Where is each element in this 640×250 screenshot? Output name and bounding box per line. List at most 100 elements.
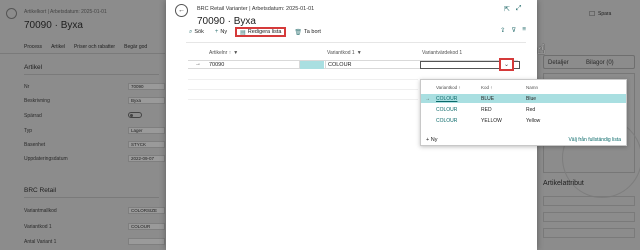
attributes-row [543, 228, 635, 238]
delete-label: Ta bort [304, 29, 321, 35]
lookup-row[interactable]: COLOUR YELLOW Yellow [421, 116, 626, 125]
breadcrumb: Artikelkort | Arbetsdatum: 2025-01-01 [24, 9, 107, 15]
attributes-row [543, 196, 635, 206]
field-base-unit[interactable]: STYCK [128, 141, 165, 148]
menu-process[interactable]: Process [24, 44, 42, 50]
tab-attachments[interactable]: Bilagor (0) [586, 60, 614, 66]
attributes-row [543, 212, 635, 222]
section-divider [24, 74, 159, 75]
save-status: Spara [598, 11, 612, 17]
field-label-type: Typ [24, 128, 33, 134]
toolbar-right-actions: ⇪ ⊽ ≡ [500, 26, 526, 34]
arrow-left-icon: ← [178, 7, 185, 14]
lookup-dropdown: Variantkod ↑ Kod ↑ Namn → COLOUR BLUE Bl… [420, 79, 627, 146]
field-label-variant-code-1: Variantkod 1 [24, 224, 52, 230]
edit-list-button[interactable]: ▤ Redigera lista [235, 27, 287, 37]
column-header-article[interactable]: Artikelnr ↑ ▼ [209, 50, 238, 56]
cell-selected-highlight [300, 61, 324, 69]
section-title-brc: BRC Retail [24, 187, 57, 194]
lookup-cell-variant-code[interactable]: COLOUR [436, 96, 457, 102]
section-title-artikel: Artikel [24, 64, 43, 71]
search-icon: ⌕ [189, 28, 193, 35]
page-title: 70090 · Byxa [24, 20, 83, 31]
field-description[interactable]: Byxa [128, 97, 165, 104]
cell-article[interactable]: 70090 [209, 62, 224, 68]
new-label: Ny [220, 29, 228, 35]
chevron-down-icon: ⌄ [503, 62, 510, 68]
new-button[interactable]: + Ny [212, 27, 230, 37]
list-view-icon[interactable]: ≡ [522, 26, 526, 34]
grid-line [188, 99, 418, 100]
search-button[interactable]: ⌕ Sök [186, 27, 207, 37]
filter-icon: ▼ [233, 50, 239, 56]
field-updated[interactable]: 2022-09-07 [128, 155, 165, 162]
delete-button[interactable]: 🗑 Ta bort [291, 27, 323, 37]
select-full-list-link[interactable]: Välj från fullständig lista [568, 137, 621, 143]
modal-toolbar: ⌕ Sök + Ny ▤ Redigera lista 🗑 Ta bort ⇪ … [186, 26, 526, 38]
lookup-header-code[interactable]: Kod ↑ [481, 85, 493, 90]
attributes-title[interactable]: Artikelattribut [543, 180, 584, 187]
lookup-dropdown-button[interactable]: ⌄ [499, 58, 514, 71]
lookup-cell-variant-code[interactable]: COLOUR [436, 107, 457, 113]
field-label-blocked: Spärrad [24, 113, 42, 119]
plus-icon: + [214, 29, 219, 35]
lookup-header-variant-code[interactable]: Variantkod ↑ [436, 85, 461, 90]
lookup-cell-name: Yellow [526, 118, 541, 124]
field-label-nr: Nr [24, 84, 30, 90]
field-label-description: Beskrivning [24, 98, 50, 104]
column-header-variant-code-label: Variantkod 1 [327, 50, 355, 56]
lookup-header-name[interactable]: Namn [526, 85, 538, 90]
back-button[interactable] [6, 8, 17, 19]
modal-breadcrumb: BRC Retail Varianter | Arbetsdatum: 2025… [197, 6, 315, 12]
edit-list-label: Redigera lista [247, 29, 282, 35]
section-divider [24, 197, 159, 198]
lookup-new-button[interactable]: + Ny [426, 137, 437, 143]
column-header-article-label: Artikelnr ↑ [209, 50, 232, 56]
field-type[interactable]: Lager [128, 127, 165, 134]
field-label-base-unit: Basenhet [24, 142, 46, 148]
column-header-variant-value-label: Variantvärdekod 1 [422, 50, 463, 56]
share-icon[interactable]: ⇪ [500, 26, 505, 34]
cell-variant-code[interactable]: COLOUR [328, 62, 352, 68]
grid-line [188, 89, 418, 90]
tab-details[interactable]: Detaljer [548, 60, 569, 66]
field-label-variant-count-1: Antal Variant 1 [24, 239, 57, 245]
field-label-updated: Uppdateringsdatum [24, 156, 68, 162]
lookup-cell-variant-code[interactable]: COLOUR [436, 118, 457, 124]
lookup-cell-code: RED [481, 107, 492, 113]
item-card-left: Artikelkort | Arbetsdatum: 2025-01-01 70… [0, 0, 165, 250]
cell-divider [325, 60, 326, 69]
column-header-variant-code[interactable]: Variantkod 1 ▼ [327, 50, 362, 56]
field-variant-count-1[interactable] [128, 238, 165, 245]
trash-icon: 🗑 [294, 29, 303, 36]
menu-prices[interactable]: Priser och rabatter [74, 44, 115, 50]
field-variant-code-1[interactable]: COLOUR [128, 223, 165, 230]
toolbar-divider [186, 42, 526, 43]
field-label-variant-template: Variantmallkod [24, 208, 57, 214]
filter-icon[interactable]: ⊽ [511, 26, 516, 34]
row-pointer-icon: → [425, 95, 430, 102]
lookup-cell-name: Red [526, 107, 536, 113]
column-header-variant-value[interactable]: Variantvärdekod 1 [422, 50, 462, 56]
open-new-window-icon[interactable]: ⇱ [504, 5, 510, 13]
field-nr[interactable]: 70090 [128, 83, 165, 90]
menu-artikel[interactable]: Artikel [51, 44, 65, 50]
mouse-pointer-icon: ☝ [537, 41, 546, 57]
lookup-cell-name: Blue [526, 96, 537, 102]
modal-top-actions: ⇱ ⤢ [504, 5, 521, 13]
expand-icon[interactable]: ⤢ [516, 5, 522, 13]
grid-line [188, 79, 418, 80]
menu-divider [0, 53, 165, 54]
lookup-row[interactable]: → COLOUR BLUE Blue [421, 94, 626, 103]
lookup-new-label: Ny [430, 137, 438, 143]
bookmark-icon[interactable]: ☐ [589, 10, 595, 18]
filter-icon: ▼ [356, 50, 362, 56]
lookup-row[interactable]: COLOUR RED Red [421, 105, 626, 114]
field-variant-template[interactable]: COLORSIZE [128, 207, 165, 214]
action-menu: Process Artikel Priser och rabatter Begä… [24, 44, 147, 50]
lookup-cell-code: YELLOW [481, 118, 502, 124]
menu-request[interactable]: Begär god [124, 44, 147, 50]
edit-list-icon: ▤ [240, 29, 246, 36]
modal-back-button[interactable]: ← [175, 4, 188, 17]
blocked-toggle[interactable] [128, 112, 142, 118]
